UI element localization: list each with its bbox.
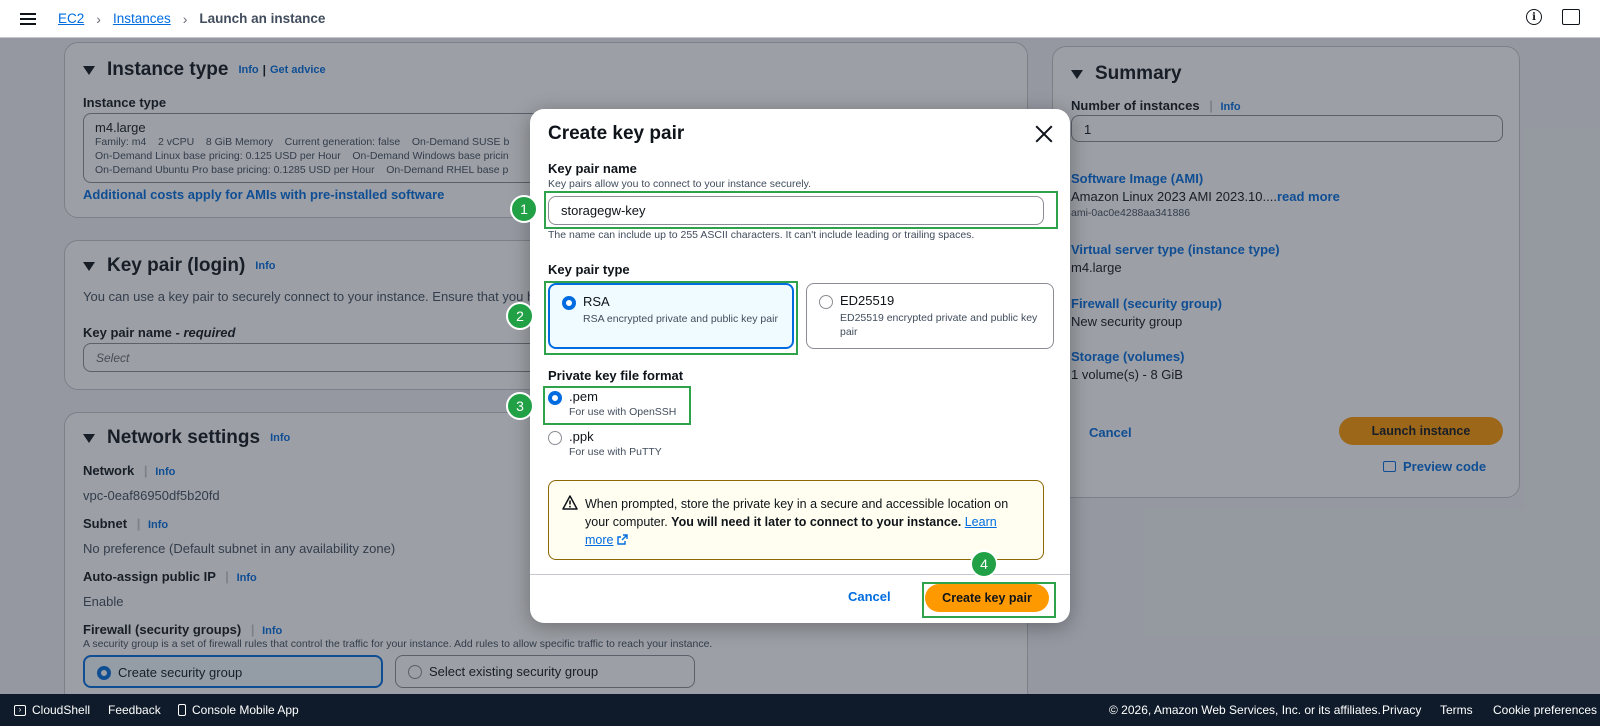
ppk-title: .ppk (569, 429, 594, 444)
key-pair-type-label: Key pair type (548, 262, 630, 277)
copyright-text: © 2026, Amazon Web Services, Inc. or its… (1109, 703, 1381, 717)
warning-icon (562, 495, 578, 510)
close-icon[interactable] (1034, 124, 1054, 144)
chevron-right-icon: › (182, 10, 188, 27)
external-link-icon (617, 534, 628, 545)
cloudshell-button[interactable]: › CloudShell (14, 703, 90, 717)
annotation-badge-4: 4 (970, 550, 998, 578)
key-pair-name-label: Key pair name (548, 161, 637, 176)
console-mobile-app-label: Console Mobile App (192, 703, 299, 717)
annotation-badge-2: 2 (506, 302, 534, 330)
chevron-right-icon: › (96, 10, 101, 27)
console-mobile-app-link[interactable]: Console Mobile App (178, 703, 299, 717)
annotation-box-1 (544, 191, 1058, 229)
feedback-icon[interactable] (1562, 9, 1580, 25)
annotation-badge-1: 1 (510, 195, 538, 223)
alert-bold-text: You will need it later to connect to you… (671, 515, 962, 529)
top-navigation-bar: EC2 › Instances › Launch an instance i (0, 0, 1600, 38)
create-key-pair-modal: Create key pair Key pair name Key pairs … (530, 109, 1070, 623)
terms-link[interactable]: Terms (1440, 703, 1473, 717)
warning-alert: When prompted, store the private key in … (548, 480, 1044, 560)
privacy-link[interactable]: Privacy (1382, 703, 1421, 717)
cloudshell-label: CloudShell (32, 703, 91, 717)
annotation-box-4 (922, 582, 1056, 618)
breadcrumb-instances[interactable]: Instances (113, 11, 171, 26)
hamburger-icon[interactable] (20, 12, 36, 25)
cookie-preferences-link[interactable]: Cookie preferences (1493, 703, 1597, 717)
console-footer: › CloudShell Feedback Console Mobile App… (0, 694, 1600, 726)
ppk-description: For use with PuTTY (569, 446, 662, 458)
key-pair-name-description: Key pairs allow you to connect to your i… (548, 178, 812, 190)
ed25519-description: ED25519 encrypted private and public key… (840, 312, 1038, 338)
private-key-format-label: Private key file format (548, 368, 684, 383)
ed25519-radio[interactable] (819, 295, 833, 309)
info-icon[interactable]: i (1526, 9, 1542, 25)
ed25519-title: ED25519 (840, 293, 895, 308)
annotation-box-3 (543, 386, 691, 425)
terminal-icon: › (14, 704, 26, 716)
ppk-radio[interactable] (548, 431, 562, 445)
annotation-box-2 (544, 281, 798, 355)
annotation-badge-3: 3 (506, 392, 534, 420)
mobile-phone-icon (178, 704, 186, 716)
modal-cancel-button[interactable]: Cancel (848, 589, 891, 604)
alert-message: When prompted, store the private key in … (585, 495, 1025, 549)
key-pair-name-constraint: The name can include up to 255 ASCII cha… (548, 229, 975, 241)
breadcrumb-ec2[interactable]: EC2 (58, 11, 84, 26)
breadcrumb-current: Launch an instance (199, 11, 326, 26)
ed25519-tile[interactable]: ED25519 ED25519 encrypted private and pu… (806, 283, 1054, 349)
feedback-link[interactable]: Feedback (108, 703, 161, 717)
modal-title: Create key pair (548, 123, 685, 144)
